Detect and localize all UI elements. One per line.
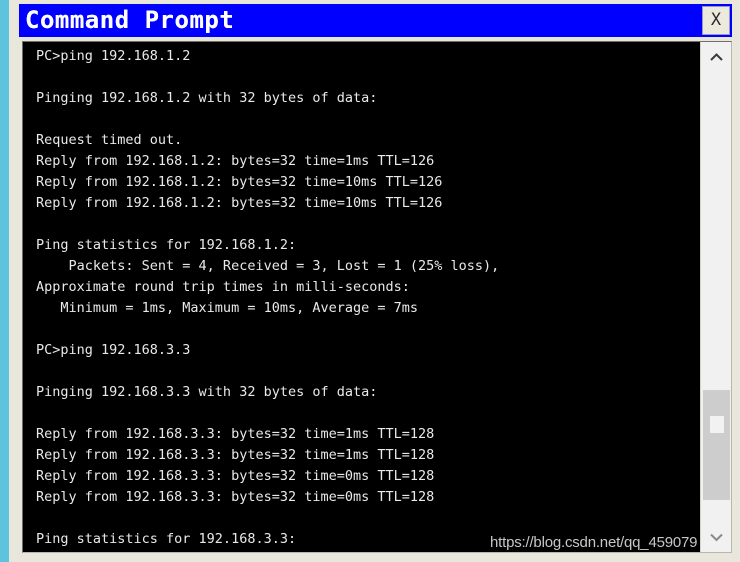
console-line: Pinging 192.168.1.2 with 32 bytes of dat… <box>36 90 378 106</box>
scroll-down-button[interactable] <box>701 522 731 552</box>
command-prompt-window: Command Prompt X PC>ping 192.168.1.2 Pin… <box>9 0 740 562</box>
console-line: Reply from 192.168.3.3: bytes=32 time=1m… <box>36 447 435 463</box>
console-line: Packets: Sent = 4, Received = 3, Lost = … <box>36 258 500 274</box>
desktop-background: Command Prompt X PC>ping 192.168.1.2 Pin… <box>0 0 740 562</box>
window-titlebar[interactable]: Command Prompt X <box>19 4 732 37</box>
console-line: PC>ping 192.168.3.3 <box>36 342 191 358</box>
scroll-up-button[interactable] <box>701 42 731 72</box>
console-line: Request timed out. <box>36 132 183 148</box>
console-line: Packets: Sent = 4, Received = 4, Lost = … <box>36 550 696 552</box>
console-scrollbar[interactable] <box>700 42 731 552</box>
chevron-up-icon <box>709 52 724 62</box>
console-line: Reply from 192.168.3.3: bytes=32 time=1m… <box>36 426 435 442</box>
close-button[interactable]: X <box>702 6 730 35</box>
scrollbar-thumb[interactable] <box>703 390 730 500</box>
close-icon: X <box>710 10 722 30</box>
console-line: Reply from 192.168.1.2: bytes=32 time=10… <box>36 174 443 190</box>
console-line: Reply from 192.168.3.3: bytes=32 time=0m… <box>36 468 435 484</box>
console-line: Reply from 192.168.1.2: bytes=32 time=10… <box>36 195 443 211</box>
console-line: Ping statistics for 192.168.3.3: <box>36 531 297 547</box>
console-line: Reply from 192.168.3.3: bytes=32 time=0m… <box>36 489 435 505</box>
console-line: Approximate round trip times in milli-se… <box>36 279 410 295</box>
console-line: Reply from 192.168.1.2: bytes=32 time=1m… <box>36 153 435 169</box>
console-output-area[interactable]: PC>ping 192.168.1.2 Pinging 192.168.1.2 … <box>22 41 732 553</box>
console-text: PC>ping 192.168.1.2 Pinging 192.168.1.2 … <box>36 46 696 552</box>
console-line: PC>ping 192.168.1.2 <box>36 48 191 64</box>
window-title: Command Prompt <box>25 6 235 34</box>
console-line: Ping statistics for 192.168.1.2: <box>36 237 297 253</box>
chevron-down-icon <box>709 532 724 542</box>
scrollbar-track[interactable] <box>701 72 731 522</box>
left-accent-stripe <box>0 0 9 562</box>
console-line: Pinging 192.168.3.3 with 32 bytes of dat… <box>36 384 378 400</box>
scrollbar-thumb-grip <box>710 416 724 433</box>
console-line: Minimum = 1ms, Maximum = 10ms, Average =… <box>36 300 419 316</box>
